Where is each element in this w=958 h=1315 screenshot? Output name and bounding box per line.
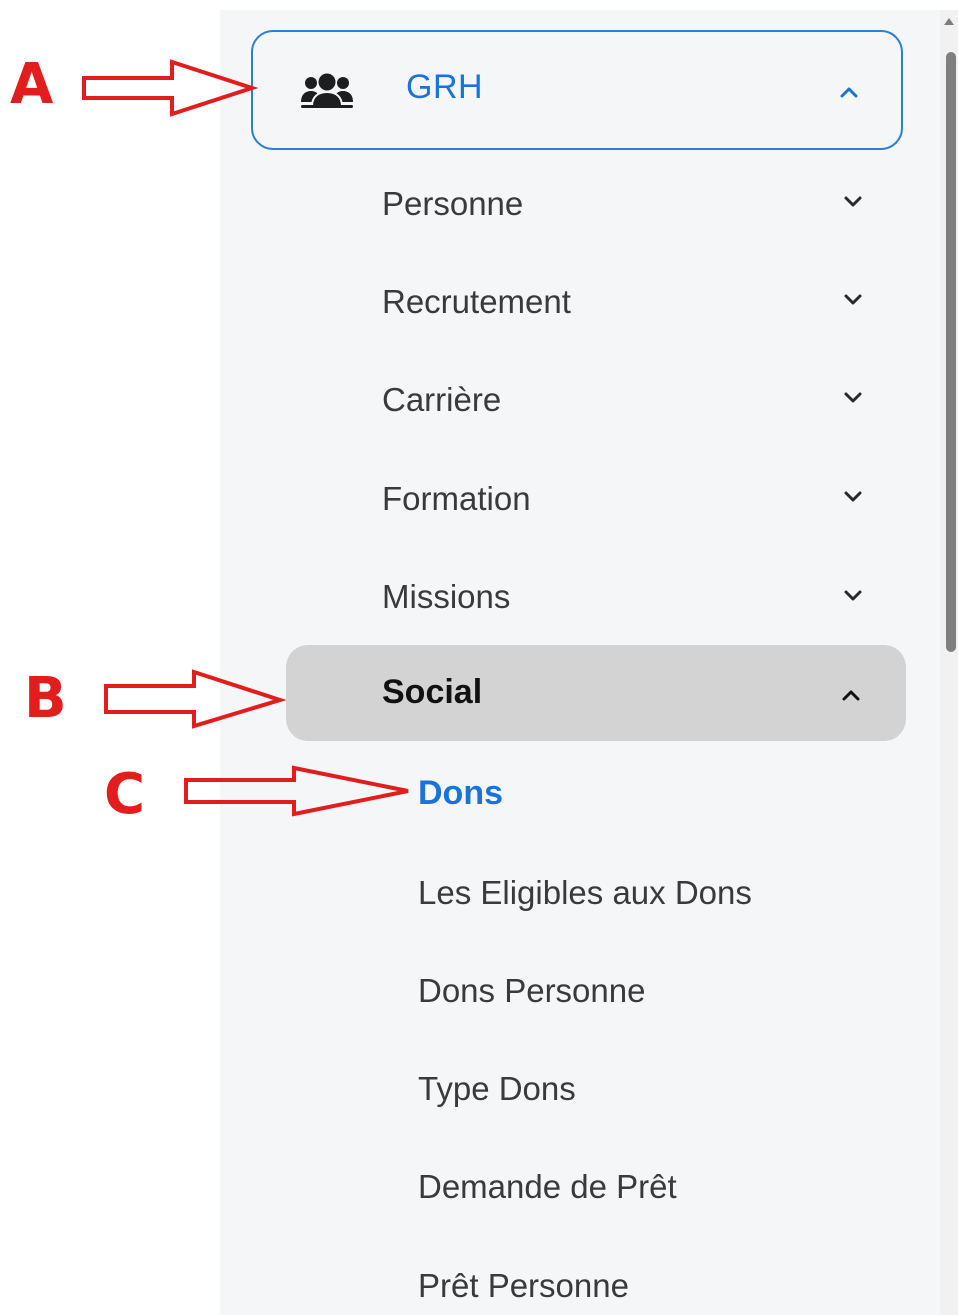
- sidebar-item-social-label: Social: [382, 673, 483, 711]
- annotation-label-b: B: [24, 666, 67, 731]
- sidebar-scrollbar[interactable]: [940, 10, 958, 1315]
- annotation-arrow-b: [104, 669, 286, 729]
- chevron-down-icon[interactable]: [842, 588, 864, 604]
- sidebar-item-pret-personne[interactable]: Prêt Personne: [418, 1267, 629, 1305]
- scroll-up-arrow-icon[interactable]: [944, 18, 954, 25]
- screenshot-canvas: GRH Personne Recrutement Carrière Format…: [0, 0, 958, 1315]
- sidebar-item-social[interactable]: Social: [286, 645, 906, 741]
- users-icon: [301, 73, 353, 108]
- sidebar-item-les-eligibles-aux-dons[interactable]: Les Eligibles aux Dons: [418, 874, 752, 912]
- sidebar-item-type-dons[interactable]: Type Dons: [418, 1070, 576, 1108]
- scroll-thumb[interactable]: [946, 52, 956, 652]
- sidebar-item-grh-label: GRH: [406, 68, 484, 106]
- chevron-down-icon[interactable]: [842, 194, 864, 210]
- annotation-arrow-a: [82, 59, 259, 117]
- sidebar-item-carriere[interactable]: Carrière: [382, 381, 501, 419]
- sidebar-item-grh[interactable]: GRH: [251, 30, 903, 150]
- annotation-label-a: A: [10, 52, 54, 117]
- chevron-down-icon[interactable]: [842, 292, 864, 308]
- sidebar-item-recrutement[interactable]: Recrutement: [382, 283, 571, 321]
- chevron-down-icon[interactable]: [842, 390, 864, 406]
- sidebar-item-formation[interactable]: Formation: [382, 480, 531, 518]
- chevron-up-icon: [840, 87, 858, 98]
- sidebar-item-personne[interactable]: Personne: [382, 185, 523, 223]
- chevron-down-icon[interactable]: [842, 489, 864, 505]
- chevron-up-icon: [842, 690, 860, 701]
- annotation-label-c: C: [104, 762, 146, 827]
- sidebar-item-missions[interactable]: Missions: [382, 578, 510, 616]
- sidebar-item-demande-de-pret[interactable]: Demande de Prêt: [418, 1168, 677, 1206]
- annotation-arrow-c: [184, 765, 409, 817]
- sidebar-item-dons-personne[interactable]: Dons Personne: [418, 972, 645, 1010]
- sidebar-item-dons[interactable]: Dons: [418, 774, 503, 813]
